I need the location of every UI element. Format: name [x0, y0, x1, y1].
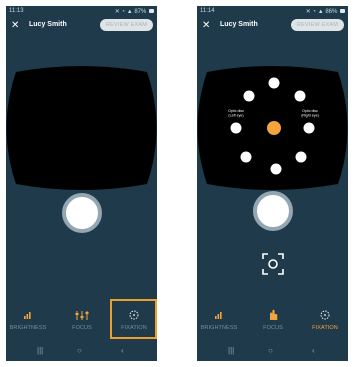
battery-icon — [149, 9, 154, 14]
app-header: ✕ Lucy Smith REVIEW EXAM — [6, 19, 157, 35]
status-icons: ✕ ◔ ▲ 86% — [306, 8, 345, 15]
fixation-dot-right — [303, 122, 315, 134]
tool-label-brightness: BRIGHTNESS — [200, 325, 238, 331]
recents-icon[interactable]: ||| — [228, 346, 234, 356]
status-bar: 11:13 ✕ ◔ ▲ 87% — [9, 8, 154, 16]
tool-label-focus: FOCUS — [263, 325, 283, 331]
home-icon[interactable]: ○ — [77, 346, 82, 356]
tool-label-fixation: FIXATION — [312, 325, 338, 331]
battery-percent: 87% — [134, 9, 147, 15]
brightness-icon — [24, 312, 31, 319]
optic-disc-right-label-2: (Right eye) — [301, 114, 319, 118]
left-phone-screen: 11:13 ✕ ◔ ▲ 87% ✕ Lucy Smith REVIEW EXAM… — [6, 6, 157, 361]
optic-disc-left-label-2: (Left eye) — [228, 114, 243, 118]
android-nav-bar: ||| ○ ‹ — [6, 344, 157, 361]
fixation-target-field: Optic disc (Left eye) Optic disc (Right … — [197, 66, 348, 190]
tool-brightness[interactable]: BRIGHTNESS — [197, 305, 241, 343]
brightness-icon — [215, 312, 222, 319]
fixation-dot-upper-right — [294, 90, 306, 102]
recents-icon[interactable]: ||| — [37, 346, 43, 356]
fixation-icon — [320, 310, 330, 320]
capture-button[interactable] — [253, 191, 293, 231]
camera-toolbar: BRIGHTNESS FOCUS FIXATION — [197, 305, 348, 345]
optic-disc-left-label-1: Optic disc — [228, 109, 244, 113]
battery-icon — [340, 9, 345, 14]
fixation-dot-bottom — [270, 163, 282, 175]
tool-label-brightness: BRIGHTNESS — [9, 325, 47, 331]
fixation-highlight-box — [110, 299, 157, 339]
fixation-dot-top — [268, 77, 280, 89]
app-header: ✕ Lucy Smith REVIEW EXAM — [197, 19, 348, 35]
close-icon[interactable]: ✕ — [202, 20, 210, 32]
tool-focus[interactable]: FOCUS — [60, 305, 104, 343]
status-bar: 11:14 ✕ ◔ ▲ 86% — [200, 8, 345, 16]
fundus-field-view — [6, 66, 157, 190]
signal-icon: ✕ ◔ ▲ — [114, 9, 133, 15]
fixation-dot-upper-left — [243, 90, 255, 102]
back-icon[interactable]: ‹ — [312, 346, 315, 356]
back-icon[interactable]: ‹ — [121, 346, 124, 356]
optic-disc-right-label-1: Optic disc — [302, 109, 318, 113]
status-icons: ✕ ◔ ▲ 87% — [115, 8, 154, 15]
android-nav-bar: ||| ○ ‹ — [197, 344, 348, 361]
tool-fixation[interactable]: FIXATION — [303, 305, 347, 343]
focus-sliders-icon — [75, 311, 89, 320]
fixation-dot-center — [267, 121, 281, 135]
right-phone-screen: 11:14 ✕ ◔ ▲ 86% ✕ Lucy Smith REVIEW EXAM… — [197, 6, 348, 361]
focus-target-icon[interactable] — [261, 252, 285, 276]
patient-name: Lucy Smith — [29, 21, 67, 28]
close-icon[interactable]: ✕ — [11, 20, 19, 32]
fixation-dot-lower-right — [295, 151, 307, 163]
status-time: 11:13 — [9, 8, 24, 14]
capture-button[interactable] — [62, 193, 102, 233]
tool-focus[interactable]: FOCUS — [251, 305, 295, 343]
signal-icon: ✕ ◔ ▲ — [305, 9, 324, 15]
battery-percent: 86% — [325, 9, 338, 15]
review-exam-button[interactable]: REVIEW EXAM — [291, 19, 344, 31]
tool-label-focus: FOCUS — [72, 325, 92, 331]
fixation-dot-lower-left — [240, 151, 252, 163]
tool-brightness[interactable]: BRIGHTNESS — [6, 305, 50, 343]
review-exam-button[interactable]: REVIEW EXAM — [100, 19, 153, 31]
status-time: 11:14 — [200, 8, 215, 14]
patient-name: Lucy Smith — [220, 21, 258, 28]
home-icon[interactable]: ○ — [268, 346, 273, 356]
focus-hand-icon — [270, 309, 278, 320]
fixation-dot-left — [230, 122, 242, 134]
